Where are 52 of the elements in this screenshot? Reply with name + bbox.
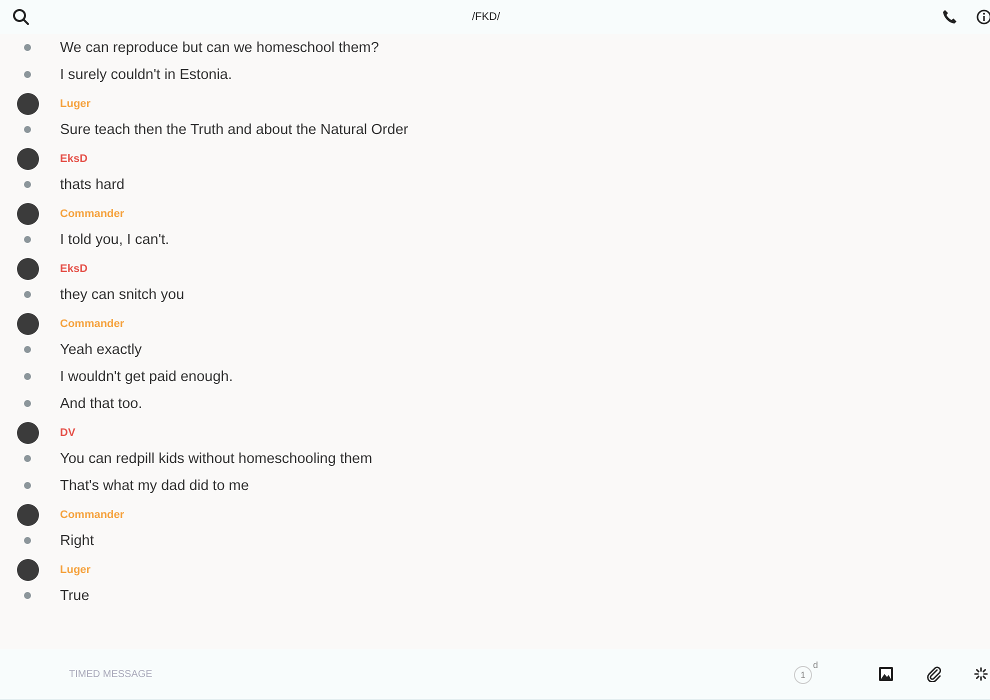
message-text: True: [60, 588, 90, 604]
phone-icon[interactable]: [942, 9, 958, 25]
message-text: Sure teach then the Truth and about the Natural Order: [60, 122, 408, 138]
ping-icon[interactable]: [974, 667, 988, 681]
message-dot: [24, 400, 31, 407]
image-icon[interactable]: [878, 666, 894, 682]
message-dot: [24, 291, 31, 298]
sender-name: Luger: [60, 564, 91, 576]
message-text: Yeah exactly: [60, 342, 142, 358]
sender-name: Commander: [60, 509, 124, 521]
conversation-title: /FKD/: [470, 11, 502, 23]
avatar[interactable]: [17, 313, 39, 335]
message-text: That's what my dad did to me: [60, 478, 249, 494]
message-dot: [24, 126, 31, 133]
paperclip-icon[interactable]: [926, 666, 942, 682]
message-dot: [24, 373, 31, 380]
info-icon[interactable]: [976, 9, 990, 25]
sender-name: Commander: [60, 208, 124, 220]
message-dot: [24, 71, 31, 78]
message-dot: [24, 181, 31, 188]
message-dot: [24, 482, 31, 489]
message-dot: [24, 346, 31, 353]
sender-name: EksD: [60, 263, 88, 275]
search-icon[interactable]: [12, 8, 30, 26]
avatar[interactable]: [17, 559, 39, 581]
timer-button[interactable]: 1: [794, 666, 812, 684]
message-text: Right: [60, 532, 94, 548]
sender-name: Luger: [60, 98, 91, 110]
avatar[interactable]: [17, 258, 39, 280]
sender-name: Commander: [60, 318, 124, 330]
message-text: I surely couldn't in Estonia.: [60, 66, 232, 82]
avatar[interactable]: [17, 504, 39, 526]
timer-unit: d: [813, 660, 818, 670]
message-dot: [24, 592, 31, 599]
message-text: I told you, I can't.: [60, 232, 170, 248]
message-text: I wouldn't get paid enough.: [60, 368, 233, 384]
avatar[interactable]: [17, 422, 39, 444]
message-input[interactable]: TIMED MESSAGE: [67, 668, 794, 680]
avatar[interactable]: [17, 203, 39, 225]
message-dot: [24, 44, 31, 51]
message-text: You can redpill kids without homeschooling them: [60, 450, 372, 466]
sender-name: EksD: [60, 153, 88, 165]
message-text: And that too.: [60, 396, 142, 412]
message-dot: [24, 537, 31, 544]
avatar[interactable]: [17, 93, 39, 115]
message-dot: [24, 455, 31, 462]
avatar[interactable]: [17, 148, 39, 170]
message-text: they can snitch you: [60, 286, 184, 302]
message-text: We can reproduce but can we homeschool them?: [60, 40, 379, 56]
message-dot: [24, 236, 31, 243]
sender-name: DV: [60, 427, 76, 439]
message-text: thats hard: [60, 176, 124, 192]
